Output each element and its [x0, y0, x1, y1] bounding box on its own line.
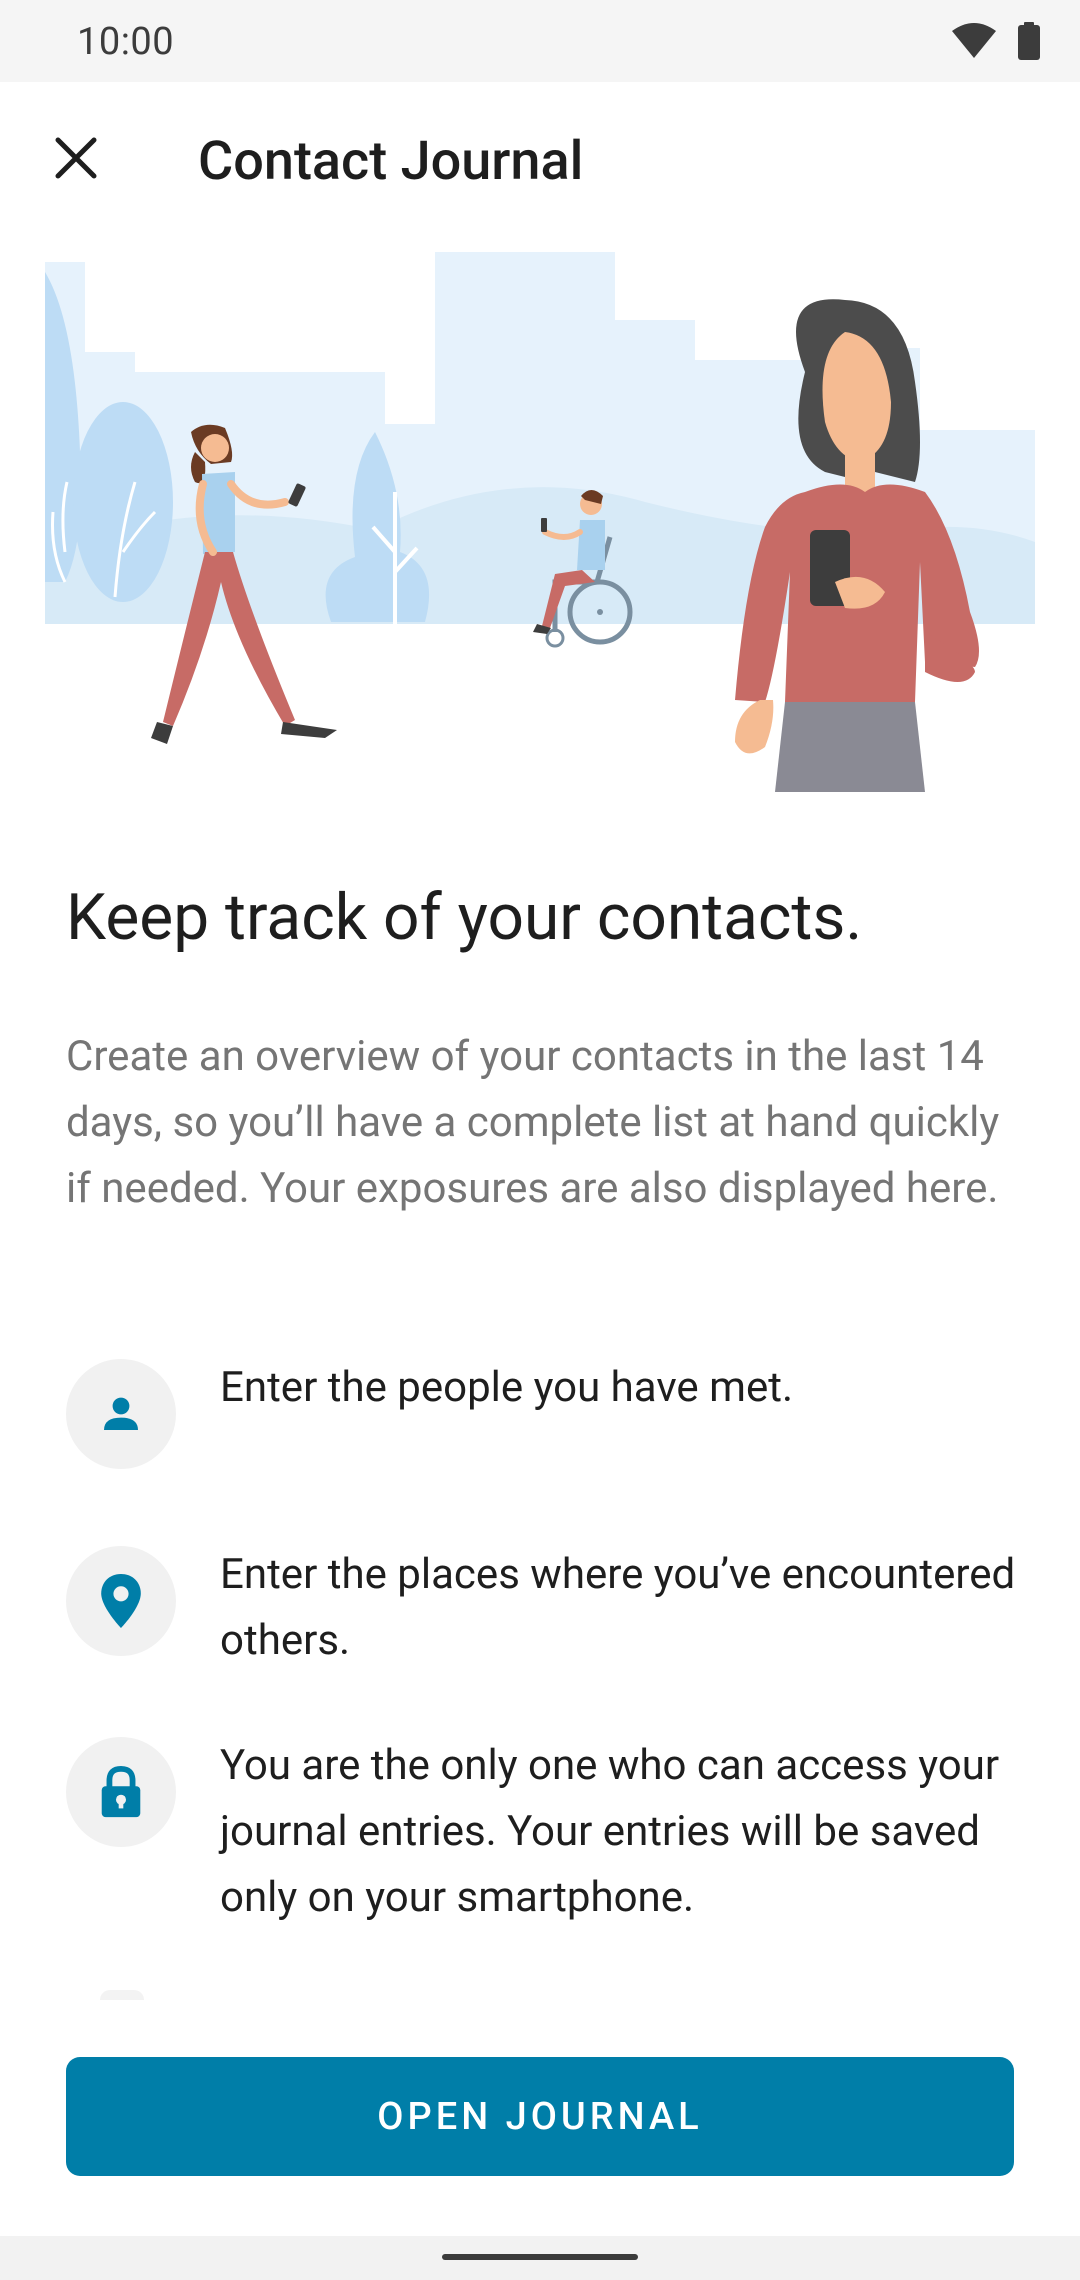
location-pin-icon: [101, 1574, 141, 1628]
status-bar: 10:00: [0, 0, 1080, 82]
scroll-fade: [100, 1990, 144, 2000]
feature-icon-container: [66, 1546, 176, 1656]
feature-icon-container: [66, 1359, 176, 1469]
close-icon: [55, 137, 97, 179]
open-journal-button[interactable]: OPEN JOURNAL: [66, 2057, 1014, 2176]
status-icons: [952, 22, 1040, 64]
intro-description: Create an overview of your contacts in t…: [66, 1032, 1000, 1213]
hero-illustration: [45, 252, 1035, 792]
close-button[interactable]: [40, 122, 112, 194]
intro-headline: Keep track of your contacts.: [66, 880, 863, 955]
status-time: 10:00: [77, 20, 175, 64]
lock-icon: [101, 1765, 141, 1818]
feature-text: You are the only one who can access your…: [220, 1741, 1000, 1922]
page-title: Contact Journal: [198, 130, 584, 193]
home-gesture-handle[interactable]: [442, 2254, 638, 2260]
wifi-icon: [952, 23, 996, 63]
battery-icon: [1018, 22, 1040, 64]
feature-icon-container: [66, 1737, 176, 1847]
feature-text: Enter the places where you’ve encountere…: [220, 1550, 1016, 1665]
feature-text: Enter the people you have met.: [220, 1363, 794, 1412]
toolbar: Contact Journal: [0, 82, 1080, 242]
person-icon: [104, 1397, 138, 1430]
